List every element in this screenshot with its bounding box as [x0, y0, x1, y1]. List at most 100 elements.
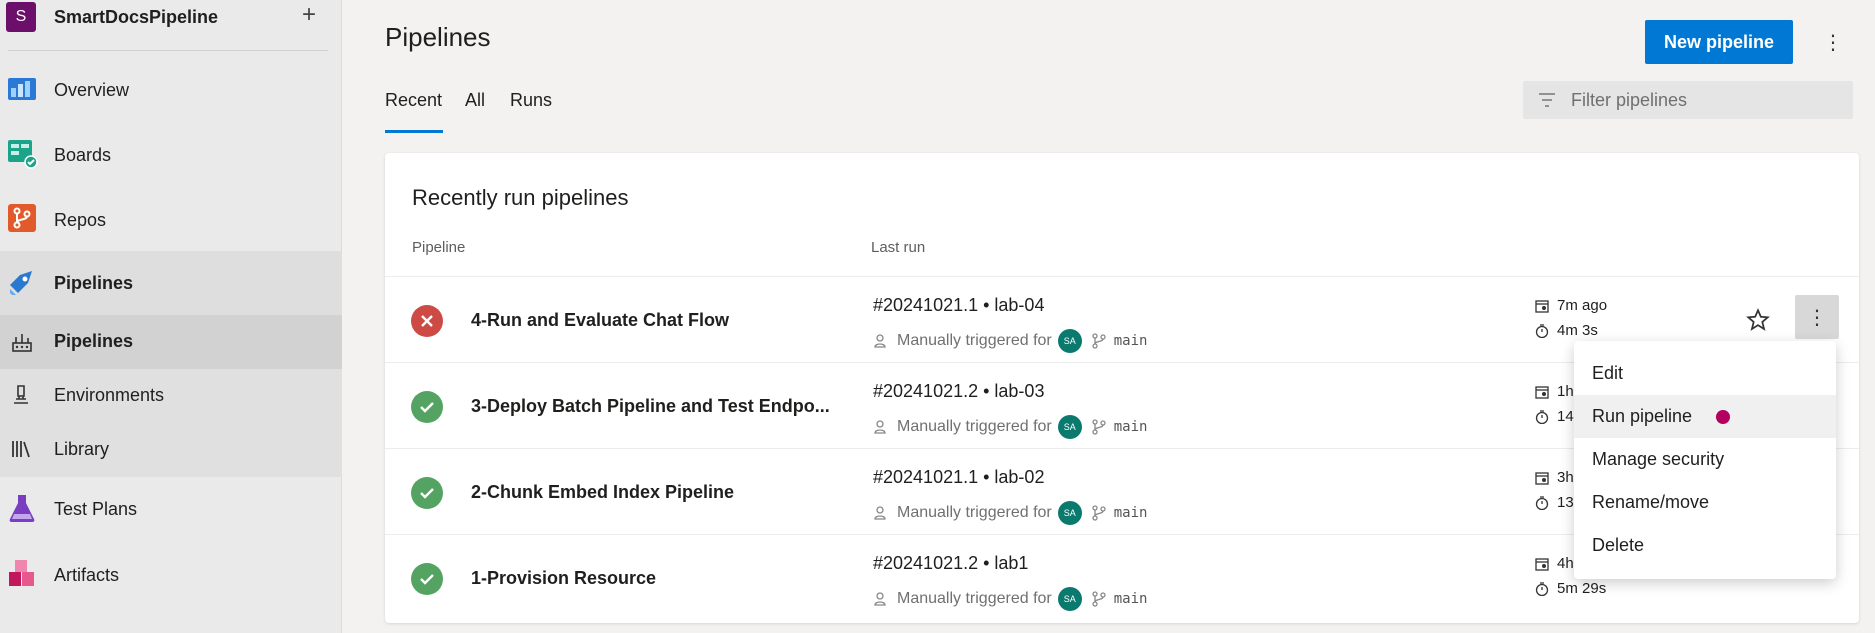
sidebar-item-label: Pipelines	[54, 331, 134, 351]
stopwatch-icon	[1535, 495, 1549, 510]
new-pipeline-button[interactable]: New pipeline	[1645, 20, 1793, 64]
run-trigger: Manually triggered for SA main	[873, 501, 1147, 525]
sidebar-item-repos[interactable]: Repos	[0, 200, 342, 240]
project-avatar[interactable]: S	[6, 2, 36, 32]
menu-item-label: Run pipeline	[1592, 406, 1693, 426]
tab-recent[interactable]: Recent	[385, 90, 442, 111]
branch-icon	[1092, 333, 1106, 349]
test-plans-icon	[9, 495, 35, 522]
card-title: Recently run pipelines	[412, 185, 629, 210]
sidebar-item-label: Repos	[54, 210, 107, 230]
success-status-icon	[411, 563, 443, 595]
run-id[interactable]: #20241021.2 • lab1	[873, 553, 1028, 574]
run-time: 7m ago	[1535, 297, 1607, 314]
filter-placeholder: Filter pipelines	[1571, 90, 1688, 110]
pipeline-name-link[interactable]: 2-Chunk Embed Index Pipeline	[471, 482, 734, 503]
filter-pipelines-input[interactable]: Filter pipelines	[1523, 81, 1853, 119]
run-id[interactable]: #20241021.2 • lab-03	[873, 381, 1044, 402]
trigger-text: Manually triggered for	[897, 332, 1052, 349]
overview-icon	[8, 78, 36, 100]
pipeline-name-link[interactable]: 4-Run and Evaluate Chat Flow	[471, 310, 729, 331]
project-name[interactable]: SmartDocsPipeline	[54, 7, 218, 28]
menu-item-rename-move[interactable]: Rename/move	[1574, 481, 1836, 524]
run-trigger: Manually triggered for SA main	[873, 329, 1147, 353]
sidebar-subitem-pipelines[interactable]: Pipelines	[0, 315, 342, 369]
pipeline-context-menu: Edit Run pipeline Manage security Rename…	[1574, 341, 1836, 579]
calendar-icon	[1535, 299, 1549, 313]
sidebar-item-label: Test Plans	[54, 499, 138, 519]
cursor-indicator-dot	[1716, 409, 1731, 424]
stopwatch-icon	[1535, 581, 1549, 596]
menu-item-delete[interactable]: Delete	[1574, 524, 1836, 567]
boards-icon	[8, 140, 38, 169]
sidebar-item-label: Pipelines	[54, 273, 134, 293]
branch-icon	[1092, 591, 1106, 607]
tab-runs[interactable]: Runs	[510, 90, 552, 111]
more-options-icon[interactable]: ⋮	[1817, 26, 1849, 58]
artifacts-icon	[9, 560, 34, 586]
run-duration: 4m 3s	[1535, 322, 1598, 339]
avatar: SA	[1057, 329, 1082, 353]
filter-icon	[1539, 93, 1555, 107]
sidebar-item-label: Library	[54, 439, 110, 459]
add-icon[interactable]: +	[298, 1, 320, 29]
pipeline-name-link[interactable]: 1-Provision Resource	[471, 568, 656, 589]
sidebar-item-test-plans[interactable]: Test Plans	[0, 489, 342, 531]
column-header-last-run: Last run	[871, 239, 926, 256]
favorite-star-icon[interactable]	[1745, 307, 1771, 333]
run-time: 1h	[1535, 383, 1574, 400]
sidebar-item-pipelines[interactable]: Pipelines	[0, 251, 342, 315]
trigger-text: Manually triggered for	[897, 504, 1052, 521]
run-duration: 14	[1535, 408, 1574, 425]
page-title: Pipelines	[385, 22, 491, 52]
sidebar: S SmartDocsPipeline + Overview Boards Re…	[0, 0, 342, 633]
run-time: 4h	[1535, 555, 1574, 572]
sidebar-subitem-environments[interactable]: Environments	[0, 369, 342, 423]
run-trigger: Manually triggered for SA main	[873, 415, 1147, 439]
menu-item-manage-security[interactable]: Manage security	[1574, 438, 1836, 481]
sidebar-item-label: Artifacts	[54, 565, 120, 585]
person-icon	[874, 334, 886, 348]
branch-name: main	[1113, 591, 1148, 607]
sidebar-divider	[8, 50, 328, 51]
sidebar-item-boards[interactable]: Boards	[0, 135, 342, 175]
stopwatch-icon	[1535, 323, 1549, 338]
branch-icon	[1092, 419, 1106, 435]
sidebar-item-label: Environments	[54, 385, 165, 405]
run-time: 3h	[1535, 469, 1574, 486]
pipelines-icon	[10, 271, 32, 295]
run-duration: 5m 29s	[1535, 580, 1606, 597]
menu-item-edit[interactable]: Edit	[1574, 352, 1836, 395]
branch-name: main	[1113, 333, 1148, 349]
row-more-options-icon[interactable]: ⋮	[1795, 295, 1839, 339]
project-header: S SmartDocsPipeline +	[0, 0, 342, 51]
sidebar-item-label: Overview	[54, 80, 130, 100]
branch-name: main	[1113, 505, 1148, 521]
avatar: SA	[1057, 501, 1082, 525]
success-status-icon	[411, 391, 443, 423]
calendar-icon	[1535, 557, 1549, 571]
sidebar-subitem-library[interactable]: Library	[0, 423, 342, 477]
person-icon	[874, 592, 886, 606]
active-tab-indicator	[385, 130, 443, 133]
sidebar-item-label: Boards	[54, 145, 112, 165]
stopwatch-icon	[1535, 409, 1549, 424]
column-header-pipeline: Pipeline	[412, 239, 466, 256]
tab-all[interactable]: All	[465, 90, 485, 111]
sidebar-item-overview[interactable]: Overview	[0, 70, 342, 110]
run-trigger: Manually triggered for SA main	[873, 587, 1147, 611]
success-status-icon	[411, 477, 443, 509]
person-icon	[874, 420, 886, 434]
menu-item-run-pipeline[interactable]: Run pipeline	[1574, 395, 1836, 438]
trigger-text: Manually triggered for	[897, 590, 1052, 607]
avatar: SA	[1057, 415, 1082, 439]
branch-name: main	[1113, 419, 1148, 435]
sidebar-item-artifacts[interactable]: Artifacts	[0, 555, 342, 597]
pipeline-name-link[interactable]: 3-Deploy Batch Pipeline and Test Endpo..…	[471, 396, 830, 417]
run-id[interactable]: #20241021.1 • lab-04	[873, 295, 1044, 316]
run-duration: 13	[1535, 494, 1574, 511]
avatar: SA	[1057, 587, 1082, 611]
run-id[interactable]: #20241021.1 • lab-02	[873, 467, 1044, 488]
trigger-text: Manually triggered for	[897, 418, 1052, 435]
failed-status-icon	[411, 305, 443, 337]
